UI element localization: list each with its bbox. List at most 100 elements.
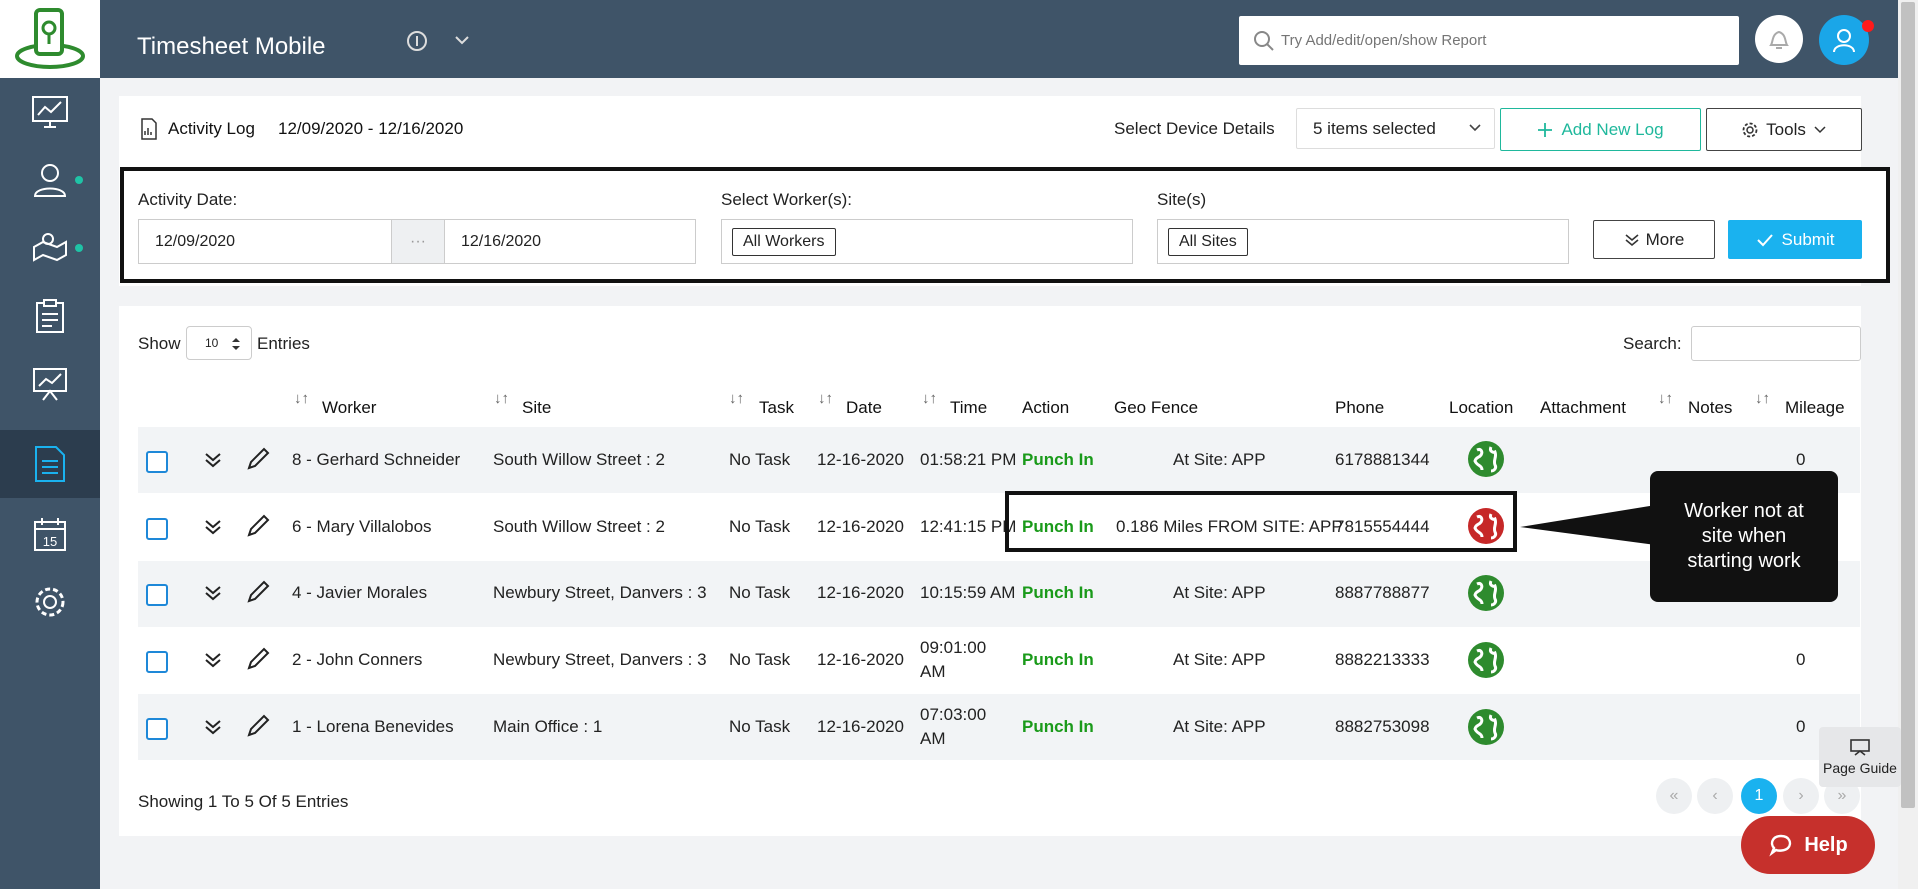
user-menu-button[interactable]: [1819, 15, 1869, 65]
activity-date-range: 12/09/2020 ··· 12/16/2020: [138, 219, 696, 264]
global-search-input[interactable]: [1281, 32, 1721, 49]
more-filters-button[interactable]: More: [1593, 220, 1715, 259]
cell-geo-fence: At Site: APP: [1173, 650, 1266, 669]
nav-dashboard[interactable]: [0, 78, 100, 146]
device-details-select[interactable]: 5 items selected: [1296, 108, 1495, 149]
cell-date: 12-16-2020: [817, 450, 904, 469]
date-from-input[interactable]: 12/09/2020: [139, 220, 391, 263]
sites-label: Site(s): [1157, 190, 1207, 209]
nav-tasks[interactable]: [0, 282, 100, 350]
pagination-prev[interactable]: ‹: [1697, 778, 1733, 814]
sort-icon[interactable]: ↓↑: [729, 390, 744, 407]
cell-site: Main Office : 1: [493, 717, 603, 736]
cell-worker: 6 - Mary Villalobos: [292, 517, 432, 536]
row-checkbox[interactable]: [146, 451, 168, 473]
location-globe-icon[interactable]: [1467, 641, 1505, 679]
tools-button[interactable]: Tools: [1706, 108, 1862, 151]
add-new-log-button[interactable]: Add New Log: [1500, 108, 1701, 151]
svg-text:15: 15: [43, 534, 57, 549]
scrollbar-thumb[interactable]: [1901, 2, 1915, 808]
edit-pencil-icon[interactable]: [245, 646, 271, 672]
col-date[interactable]: Date: [846, 398, 882, 418]
col-notes[interactable]: Notes: [1688, 398, 1732, 418]
help-button[interactable]: Help: [1741, 816, 1875, 874]
check-icon: [1756, 233, 1773, 246]
sort-icon[interactable]: ↓↑: [1755, 390, 1770, 407]
sort-icon[interactable]: ↓↑: [818, 390, 833, 407]
cell-action: Punch In: [1022, 583, 1094, 602]
callout-pointer: [1520, 505, 1656, 545]
cell-geo-fence: At Site: APP: [1173, 450, 1266, 469]
app-logo[interactable]: [0, 0, 100, 78]
add-new-log-label: Add New Log: [1561, 119, 1664, 139]
col-mileage[interactable]: Mileage: [1785, 398, 1845, 418]
col-task[interactable]: Task: [759, 398, 794, 418]
edit-pencil-icon[interactable]: [245, 446, 271, 472]
plus-icon: [1538, 122, 1553, 137]
double-chevron-down-icon: [1625, 233, 1639, 246]
submit-button[interactable]: Submit: [1728, 220, 1862, 259]
expand-chevron-icon[interactable]: [204, 519, 222, 535]
location-globe-icon[interactable]: [1467, 708, 1505, 746]
report-document-icon: [35, 446, 65, 482]
sort-icon[interactable]: ↓↑: [922, 390, 937, 407]
edit-pencil-icon[interactable]: [245, 579, 271, 605]
workers-multiselect[interactable]: All Workers: [721, 219, 1133, 264]
cell-phone: 8887788877: [1335, 583, 1430, 602]
pagination-next[interactable]: ›: [1783, 778, 1819, 814]
page-title: Activity Log: [168, 119, 255, 138]
expand-chevron-icon[interactable]: [204, 652, 222, 668]
annotation-highlight-box: [1005, 491, 1517, 552]
notifications-button[interactable]: [1755, 15, 1803, 63]
cell-site: Newbury Street, Danvers : 3: [493, 583, 707, 602]
col-time[interactable]: Time: [950, 398, 987, 418]
workers-chip[interactable]: All Workers: [732, 227, 836, 256]
location-globe-icon[interactable]: [1467, 440, 1505, 478]
nav-reports-chart[interactable]: [0, 350, 100, 418]
location-globe-icon[interactable]: [1467, 574, 1505, 612]
chevron-down-icon[interactable]: [454, 34, 470, 46]
info-circle-icon[interactable]: [406, 30, 428, 52]
global-search[interactable]: [1239, 16, 1739, 65]
cell-site: Newbury Street, Danvers : 3: [493, 650, 707, 669]
expand-chevron-icon[interactable]: [204, 452, 222, 468]
date-to-input[interactable]: 12/16/2020: [445, 220, 695, 263]
row-checkbox[interactable]: [146, 518, 168, 540]
nav-workers[interactable]: [0, 146, 100, 214]
sort-icon[interactable]: ↓↑: [494, 390, 509, 407]
nav-calendar[interactable]: 15: [0, 500, 100, 568]
nav-activity-log[interactable]: [0, 430, 100, 498]
edit-pencil-icon[interactable]: [245, 513, 271, 539]
chevron-down-icon: [1469, 124, 1481, 132]
col-worker[interactable]: Worker: [322, 398, 376, 418]
page-guide-button[interactable]: Page Guide: [1819, 727, 1901, 787]
presentation-chart-icon: [33, 368, 67, 401]
entries-per-page-select[interactable]: 10: [186, 326, 252, 360]
date-range-separator: ···: [391, 220, 445, 263]
cell-mileage: 0: [1796, 650, 1806, 669]
sites-chip[interactable]: All Sites: [1168, 227, 1248, 256]
app-title: Timesheet Mobile: [137, 33, 326, 60]
nav-sites[interactable]: [0, 214, 100, 282]
spinner-arrows-icon: [232, 338, 240, 350]
sort-icon[interactable]: ↓↑: [294, 390, 309, 407]
chat-bubble-icon: [1769, 834, 1792, 857]
col-site[interactable]: Site: [522, 398, 551, 418]
expand-chevron-icon[interactable]: [204, 585, 222, 601]
table-search-label: Search:: [1623, 334, 1682, 353]
row-checkbox[interactable]: [146, 651, 168, 673]
row-checkbox[interactable]: [146, 584, 168, 606]
nav-settings[interactable]: [0, 568, 100, 636]
cell-task: No Task: [729, 650, 791, 669]
sort-icon[interactable]: ↓↑: [1658, 390, 1673, 407]
expand-chevron-icon[interactable]: [204, 719, 222, 735]
sites-multiselect[interactable]: All Sites: [1157, 219, 1569, 264]
table-search-input[interactable]: [1691, 326, 1861, 361]
help-label: Help: [1804, 833, 1848, 856]
pagination-first[interactable]: «: [1656, 778, 1692, 814]
gear-icon: [35, 587, 65, 617]
pagination-page[interactable]: 1: [1741, 778, 1777, 814]
row-checkbox[interactable]: [146, 718, 168, 740]
cell-phone: 8882753098: [1335, 717, 1430, 736]
edit-pencil-icon[interactable]: [245, 713, 271, 739]
